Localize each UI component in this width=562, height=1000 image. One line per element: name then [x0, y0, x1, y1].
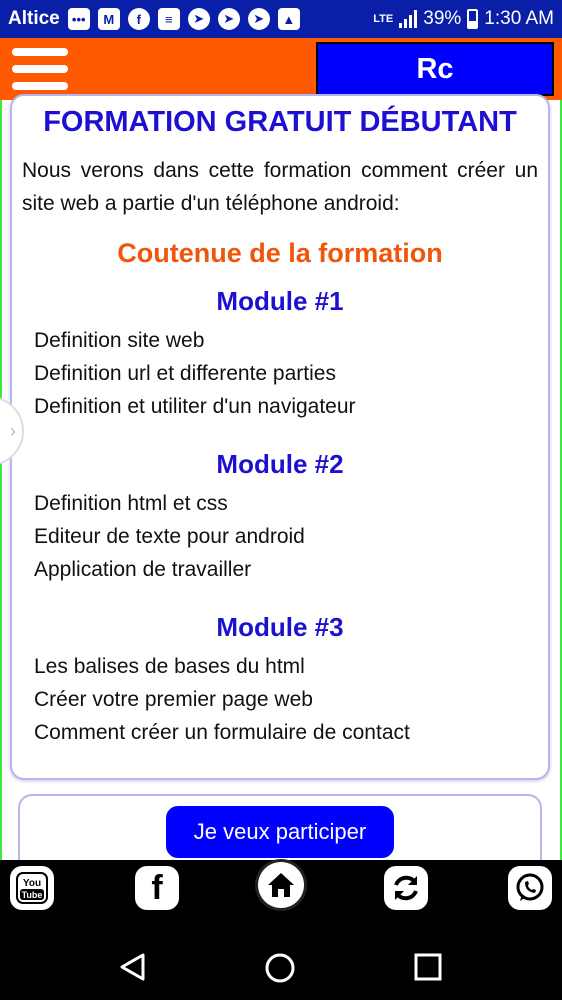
refresh-icon[interactable] — [384, 866, 428, 910]
page-title: FORMATION GRATUIT DÉBUTANT — [43, 106, 517, 138]
home-circle-icon[interactable] — [264, 952, 296, 984]
back-icon[interactable] — [118, 952, 148, 982]
course-card: FORMATION GRATUIT DÉBUTANT Nous verons d… — [10, 94, 550, 780]
app-bar: Rc — [0, 38, 562, 100]
telegram-icon: ➤ — [187, 8, 210, 30]
network-type: LTE — [373, 13, 394, 25]
list-item: Definition site web — [34, 329, 205, 352]
brand-button[interactable]: Rc — [316, 42, 554, 96]
status-bar: Altice ••• M f ≡ ➤ ➤ ➤ ▲ LTE 39% 1:30 AM — [0, 0, 562, 38]
chat-icon: ••• — [67, 8, 90, 30]
list-item: Comment créer un formulaire de contact — [34, 721, 410, 744]
section-title: Coutenue de la formation — [117, 238, 443, 268]
list-item: Definition html et css — [34, 492, 228, 515]
module-title: Module #1 — [216, 286, 344, 316]
battery-icon — [467, 9, 479, 29]
battery-percent: 39% — [423, 8, 462, 29]
list-item: Les balises de bases du html — [34, 655, 305, 678]
facebook-icon[interactable]: f — [135, 866, 179, 910]
screen: Altice ••• M f ≡ ➤ ➤ ➤ ▲ LTE 39% 1:30 AM… — [0, 0, 562, 1000]
image-icon: ▲ — [277, 8, 300, 30]
list-item: Definition et utiliter d'un navigateur — [34, 395, 356, 418]
module-list: Definition html et css Editeur de texte … — [34, 487, 538, 586]
telegram-icon: ➤ — [247, 8, 270, 30]
whatsapp-icon[interactable] — [508, 866, 552, 910]
chevron-right-icon: › — [10, 420, 16, 441]
module-list: Definition site web Definition url et di… — [34, 324, 538, 423]
intro-text: Nous verons dans cette formation comment… — [22, 159, 538, 215]
svg-text:You: You — [23, 878, 41, 889]
list-item: Créer votre premier page web — [34, 688, 313, 711]
list-item: Editeur de texte pour android — [34, 525, 305, 548]
status-right: LTE 39% 1:30 AM — [373, 8, 554, 30]
youtube-icon[interactable]: You Tube — [10, 866, 54, 910]
module-list: Les balises de bases du html Créer votre… — [34, 650, 538, 749]
facebook-icon: f — [127, 8, 150, 30]
bottom-icon-bar: You Tube f — [0, 860, 562, 918]
signal-icon — [399, 10, 418, 28]
list-item: Application de travailler — [34, 558, 252, 581]
youtube-logo: You Tube — [16, 872, 48, 904]
gmail-icon: M — [97, 8, 120, 30]
carrier-name: Altice — [8, 8, 60, 29]
system-navigation-bar — [0, 918, 562, 1000]
module-title: Module #2 — [216, 449, 344, 479]
module-title: Module #3 — [216, 612, 344, 642]
list-item: Definition url et differente parties — [34, 362, 336, 385]
menu-icon[interactable] — [12, 46, 68, 92]
stack-icon: ≡ — [157, 8, 180, 30]
participate-button[interactable]: Je veux participer — [166, 806, 394, 858]
recent-apps-icon[interactable] — [413, 952, 443, 982]
page-content[interactable]: › FORMATION GRATUIT DÉBUTANT Nous verons… — [0, 94, 562, 874]
notification-icons: ••• M f ≡ ➤ ➤ ➤ ▲ — [67, 8, 300, 30]
home-icon[interactable] — [258, 862, 304, 908]
svg-text:Tube: Tube — [22, 890, 43, 900]
telegram-icon: ➤ — [217, 8, 240, 30]
clock: 1:30 AM — [484, 8, 554, 29]
